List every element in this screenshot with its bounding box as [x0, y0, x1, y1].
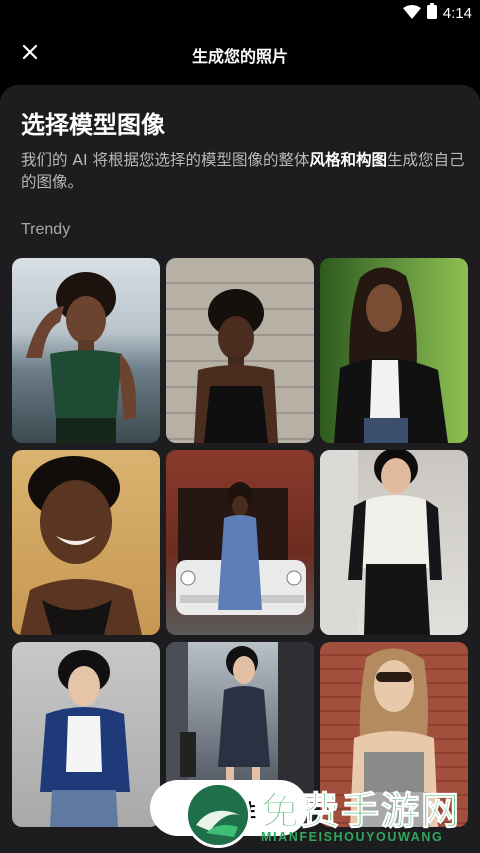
sheet-description: 我们的 AI 将根据您选择的模型图像的整体风格和构图生成您自己的图像。 — [21, 149, 465, 193]
top-bar: 生成您的照片 — [0, 26, 480, 82]
model-image-3[interactable] — [320, 258, 468, 443]
status-bar: 4:14 — [0, 0, 480, 26]
watermark: 免费手游网 MIANFEISHOUYOUWANG — [185, 778, 475, 853]
model-image-grid — [12, 258, 468, 827]
section-label-trendy: Trendy — [21, 221, 71, 238]
model-image-1[interactable] — [12, 258, 160, 443]
watermark-text: 免费手游网 — [260, 789, 462, 834]
model-picker-sheet: 选择模型图像 我们的 AI 将根据您选择的模型图像的整体风格和构图生成您自己的图… — [0, 85, 480, 853]
desc-bold: 风格和构图 — [309, 151, 388, 169]
status-icons: 4:14 — [402, 3, 472, 23]
sheet-title: 选择模型图像 — [21, 111, 165, 139]
page-title: 生成您的照片 — [191, 47, 288, 66]
model-image-2[interactable] — [166, 258, 314, 443]
model-image-6[interactable] — [320, 450, 468, 635]
status-time: 4:14 — [442, 4, 472, 22]
watermark-subtext: MIANFEISHOUYOUWANG — [261, 830, 444, 844]
wifi-icon — [402, 4, 421, 23]
desc-prefix: 我们的 AI 将根据您选择的模型图像的整体 — [21, 151, 310, 169]
model-image-4[interactable] — [12, 450, 160, 635]
battery-icon — [426, 3, 437, 23]
watermark-logo-icon — [185, 782, 251, 848]
model-image-5[interactable] — [166, 450, 314, 635]
model-image-7[interactable] — [12, 642, 160, 827]
